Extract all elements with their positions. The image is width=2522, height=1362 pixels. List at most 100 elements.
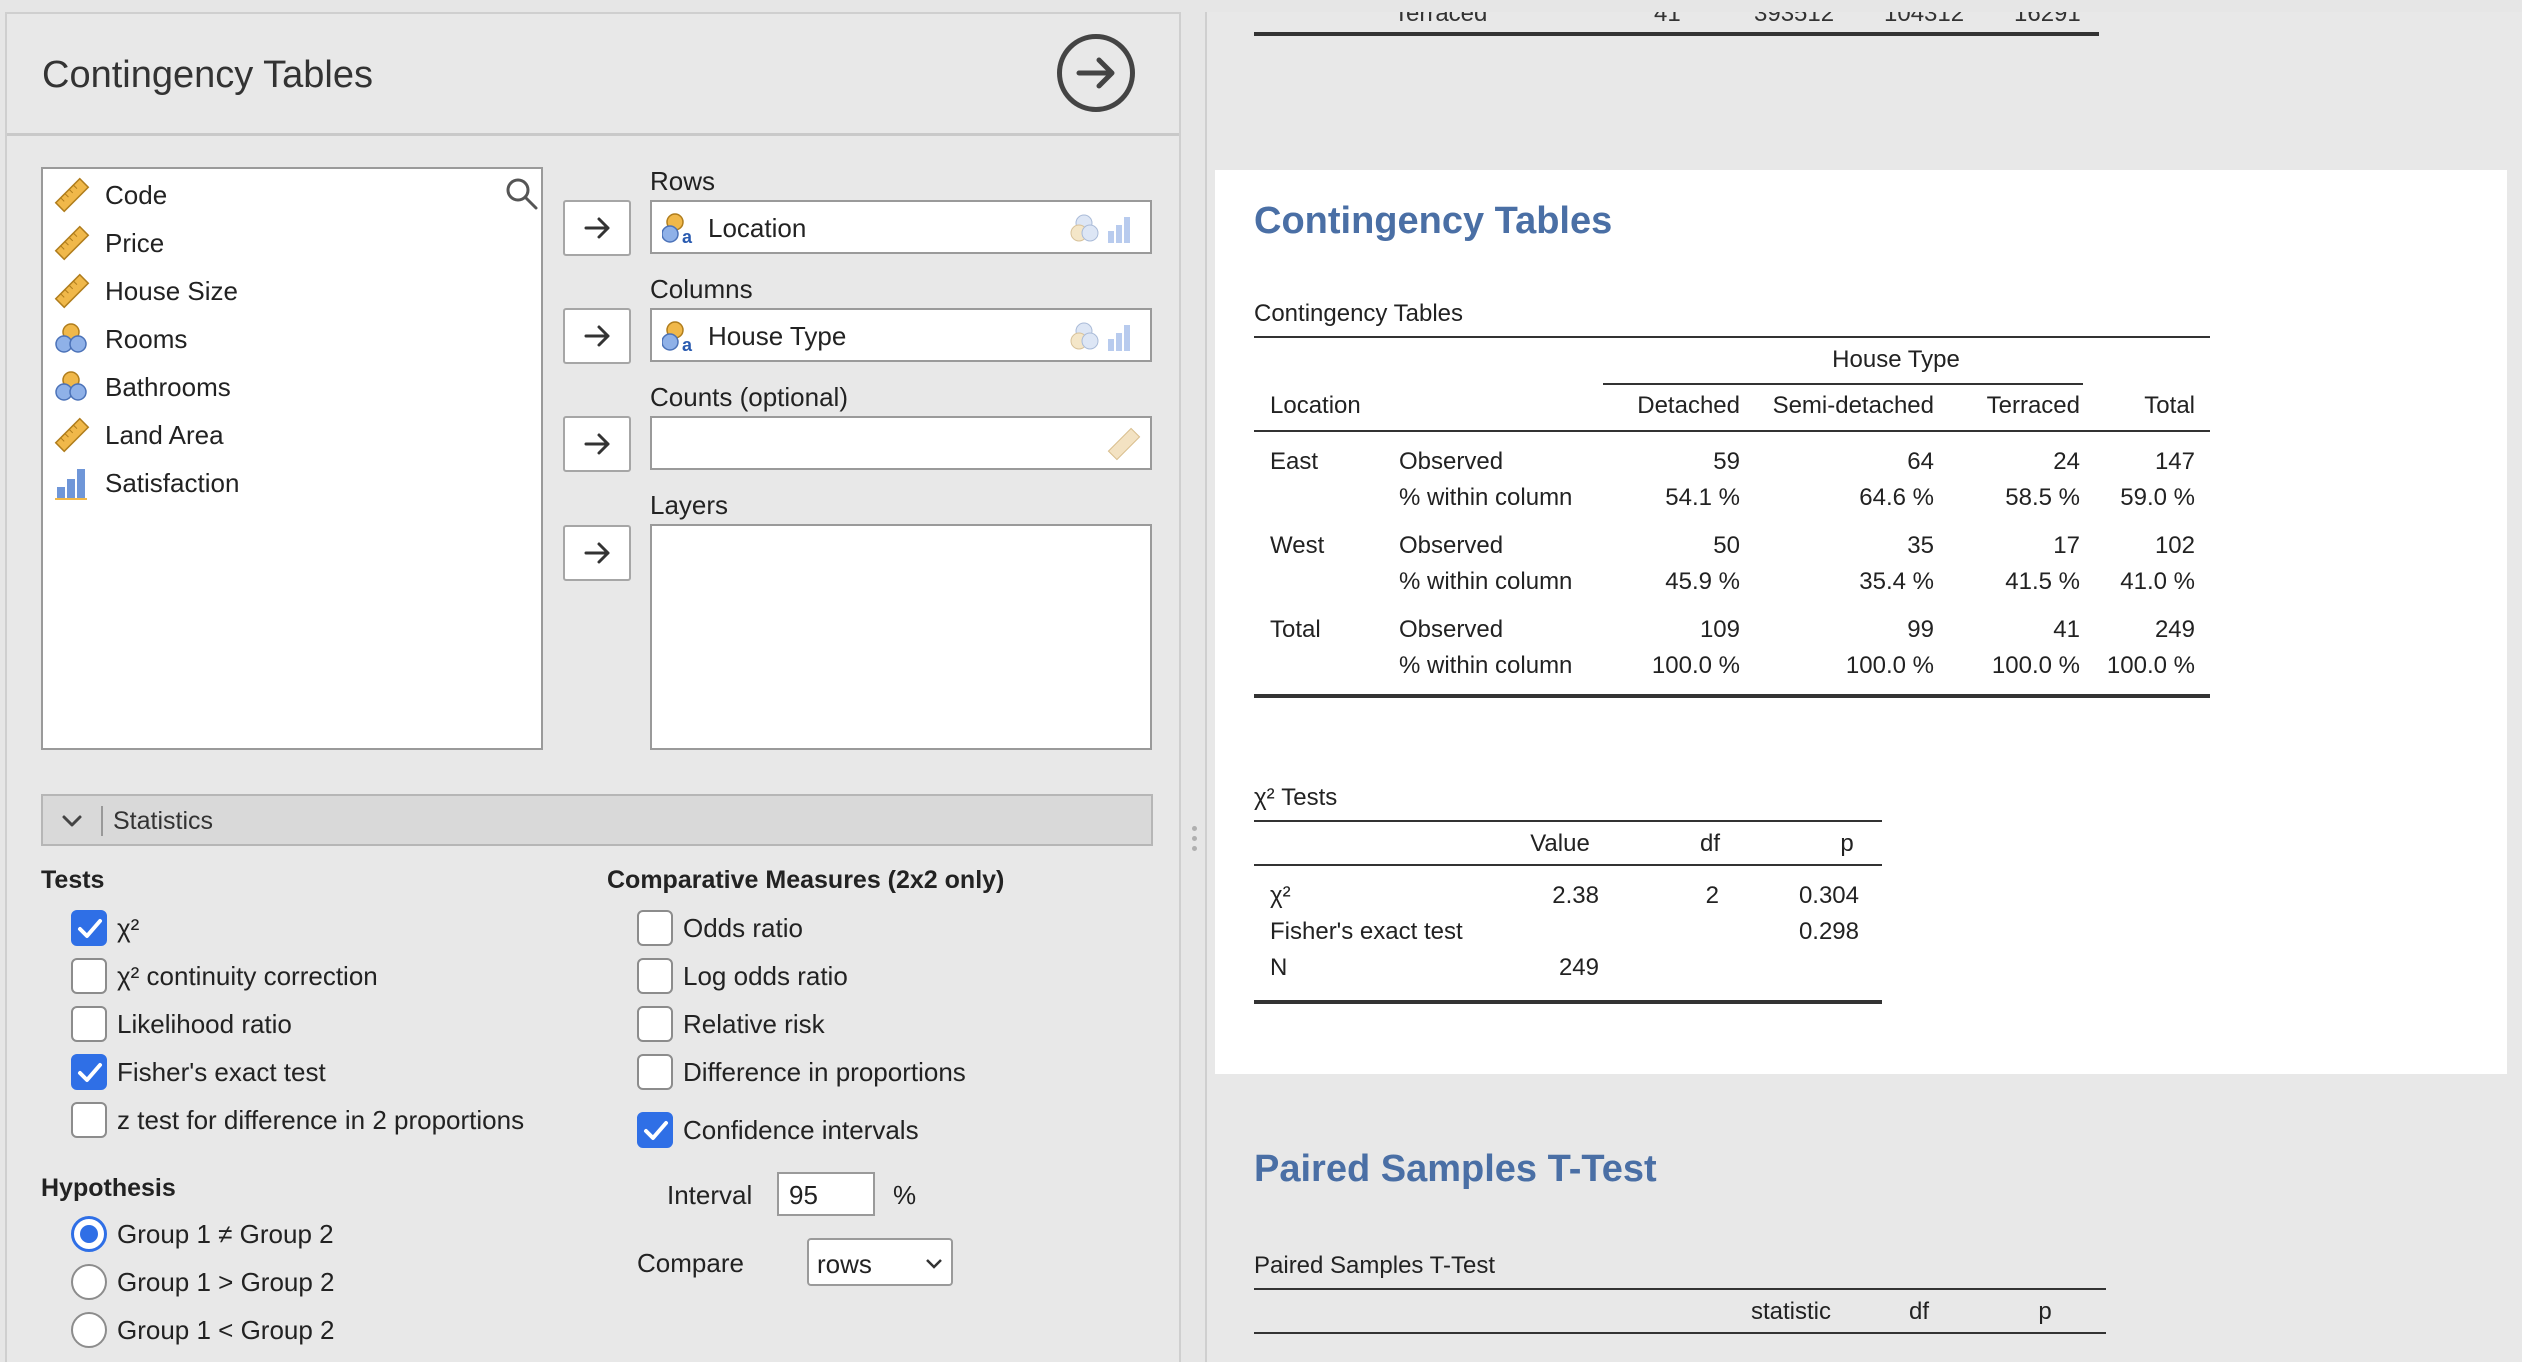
columns-variable-item[interactable]: a House Type bbox=[662, 318, 846, 354]
hypothesis-option[interactable]: Group 1 < Group 2 bbox=[71, 1312, 335, 1348]
header-rule bbox=[1254, 864, 1882, 866]
row-group-label: Total bbox=[1270, 616, 1321, 643]
svg-text:a: a bbox=[682, 227, 693, 246]
comparative-option[interactable]: Difference in proportions bbox=[637, 1054, 966, 1090]
checkbox[interactable] bbox=[71, 1006, 107, 1042]
checkbox[interactable] bbox=[637, 910, 673, 946]
radio-button[interactable] bbox=[71, 1312, 107, 1348]
table-cell: 147 bbox=[2154, 448, 2195, 475]
move-to-layers-button[interactable] bbox=[563, 525, 631, 581]
columns-dropbox[interactable]: a House Type bbox=[650, 308, 1152, 362]
variable-item[interactable]: Rooms bbox=[53, 319, 187, 359]
rows-variable-item[interactable]: a Location bbox=[662, 210, 806, 246]
checkbox[interactable] bbox=[637, 1112, 673, 1148]
hypothesis-option[interactable]: Group 1 > Group 2 bbox=[71, 1264, 335, 1300]
table-bottom-rule bbox=[1254, 1000, 1882, 1004]
interval-input[interactable]: 95 bbox=[777, 1172, 875, 1216]
arrow-right-icon bbox=[584, 217, 610, 239]
test-option[interactable]: Fisher's exact test bbox=[71, 1054, 326, 1090]
panel-splitter[interactable] bbox=[1183, 0, 1205, 1362]
variable-list[interactable]: Code Price House Size Rooms Bathrooms Land Ar… bbox=[41, 167, 543, 750]
test-option-label: Likelihood ratio bbox=[117, 1008, 292, 1039]
table-cell: 59.0 % bbox=[2120, 484, 2195, 511]
column-header: p bbox=[2038, 1298, 2052, 1325]
variable-label: Code bbox=[105, 179, 168, 210]
row-group-label: East bbox=[1270, 448, 1319, 475]
chi-tests-caption: χ² Tests bbox=[1254, 784, 1338, 811]
radio-button[interactable] bbox=[71, 1216, 107, 1252]
paired-ttest-title: Paired Samples T-Test bbox=[1254, 1148, 1657, 1190]
table-bottom-rule bbox=[1254, 694, 2210, 698]
panel-title: Contingency Tables bbox=[42, 54, 373, 96]
interval-label: Interval bbox=[667, 1180, 753, 1210]
checkbox[interactable] bbox=[71, 910, 107, 946]
layers-label: Layers bbox=[650, 490, 729, 520]
hypothesis-option-label: Group 1 < Group 2 bbox=[117, 1314, 335, 1345]
compare-select-value: rows bbox=[817, 1249, 872, 1279]
variable-item[interactable]: Bathrooms bbox=[53, 367, 231, 407]
checkbox[interactable] bbox=[71, 958, 107, 994]
column-header: Detached bbox=[1637, 392, 1740, 419]
move-to-rows-button[interactable] bbox=[563, 200, 631, 256]
allowed-types-icon bbox=[1070, 214, 1130, 243]
comparative-option-label: Log odds ratio bbox=[683, 960, 848, 991]
results-title: Contingency Tables bbox=[1254, 200, 1613, 242]
variable-label: Bathrooms bbox=[105, 371, 231, 402]
scale-ruler-icon bbox=[54, 225, 90, 261]
group-header: House Type bbox=[1832, 346, 1960, 373]
checkbox[interactable] bbox=[71, 1102, 107, 1138]
table-cell: 41.0 % bbox=[2120, 568, 2195, 595]
test-option[interactable]: z test for difference in 2 proportions bbox=[71, 1102, 524, 1138]
hypothesis-option[interactable]: Group 1 ≠ Group 2 bbox=[71, 1216, 334, 1252]
scale-ruler-icon bbox=[1107, 427, 1141, 461]
analysis-options-panel: Contingency Tables Code Price House Size Ro… bbox=[5, 12, 1181, 1362]
splitter-grip-dot bbox=[1192, 846, 1197, 851]
variable-item[interactable]: Satisfaction bbox=[53, 463, 239, 503]
row-stat-label: Observed bbox=[1399, 448, 1504, 475]
comparative-option[interactable]: Log odds ratio bbox=[637, 958, 848, 994]
table-cell: 0.304 bbox=[1798, 882, 1859, 909]
compare-label: Compare bbox=[637, 1248, 744, 1278]
checkbox[interactable] bbox=[637, 958, 673, 994]
radio-button[interactable] bbox=[71, 1264, 107, 1300]
test-option[interactable]: χ² bbox=[71, 910, 139, 946]
interval-unit: % bbox=[893, 1180, 917, 1210]
variable-label: Rooms bbox=[105, 323, 188, 354]
checkbox[interactable] bbox=[71, 1054, 107, 1090]
row-header: Location bbox=[1270, 392, 1361, 419]
row-stat-label: Observed bbox=[1399, 616, 1504, 643]
statistics-section-toggle[interactable]: Statistics bbox=[41, 794, 1153, 846]
table-cell: 249 bbox=[1558, 954, 1599, 981]
variable-item[interactable]: Land Area bbox=[53, 415, 224, 455]
counts-label: Counts (optional) bbox=[650, 382, 848, 412]
splitter-grip-dot bbox=[1192, 836, 1197, 841]
compare-select[interactable]: rows bbox=[807, 1238, 953, 1286]
variable-item[interactable]: Code bbox=[53, 175, 167, 215]
checkbox[interactable] bbox=[637, 1006, 673, 1042]
row-group-label: West bbox=[1270, 532, 1325, 559]
move-to-counts-button[interactable] bbox=[563, 416, 631, 472]
arrow-right-icon bbox=[584, 433, 610, 455]
comparative-option[interactable]: Confidence intervals bbox=[637, 1112, 919, 1148]
move-to-columns-button[interactable] bbox=[563, 308, 631, 364]
variable-item[interactable]: House Size bbox=[53, 271, 238, 311]
search-icon[interactable] bbox=[505, 177, 539, 211]
comparative-option[interactable]: Relative risk bbox=[637, 1006, 825, 1042]
variable-item[interactable]: Price bbox=[53, 223, 164, 263]
rows-label: Rows bbox=[650, 166, 716, 196]
table-cell: 109 bbox=[1699, 616, 1740, 643]
counts-dropbox[interactable] bbox=[650, 416, 1152, 470]
checkbox[interactable] bbox=[637, 1054, 673, 1090]
paired-ttest-caption: Paired Samples T-Test bbox=[1254, 1252, 1495, 1279]
run-arrow-button[interactable] bbox=[1057, 34, 1135, 112]
layers-dropbox[interactable] bbox=[650, 524, 1152, 750]
results-panel: Terraced 41 393512 104312 16291 Continge… bbox=[1205, 12, 2522, 1362]
test-option[interactable]: Likelihood ratio bbox=[71, 1006, 292, 1042]
prev-row-cell: 393512 bbox=[1754, 12, 1835, 27]
table-top-rule bbox=[1254, 336, 2210, 338]
comparative-option[interactable]: Odds ratio bbox=[637, 910, 803, 946]
test-option[interactable]: χ² continuity correction bbox=[71, 958, 378, 994]
rows-dropbox[interactable]: a Location bbox=[650, 200, 1152, 254]
tests-title: Tests bbox=[41, 866, 105, 894]
table-cell: 50 bbox=[1713, 532, 1740, 559]
